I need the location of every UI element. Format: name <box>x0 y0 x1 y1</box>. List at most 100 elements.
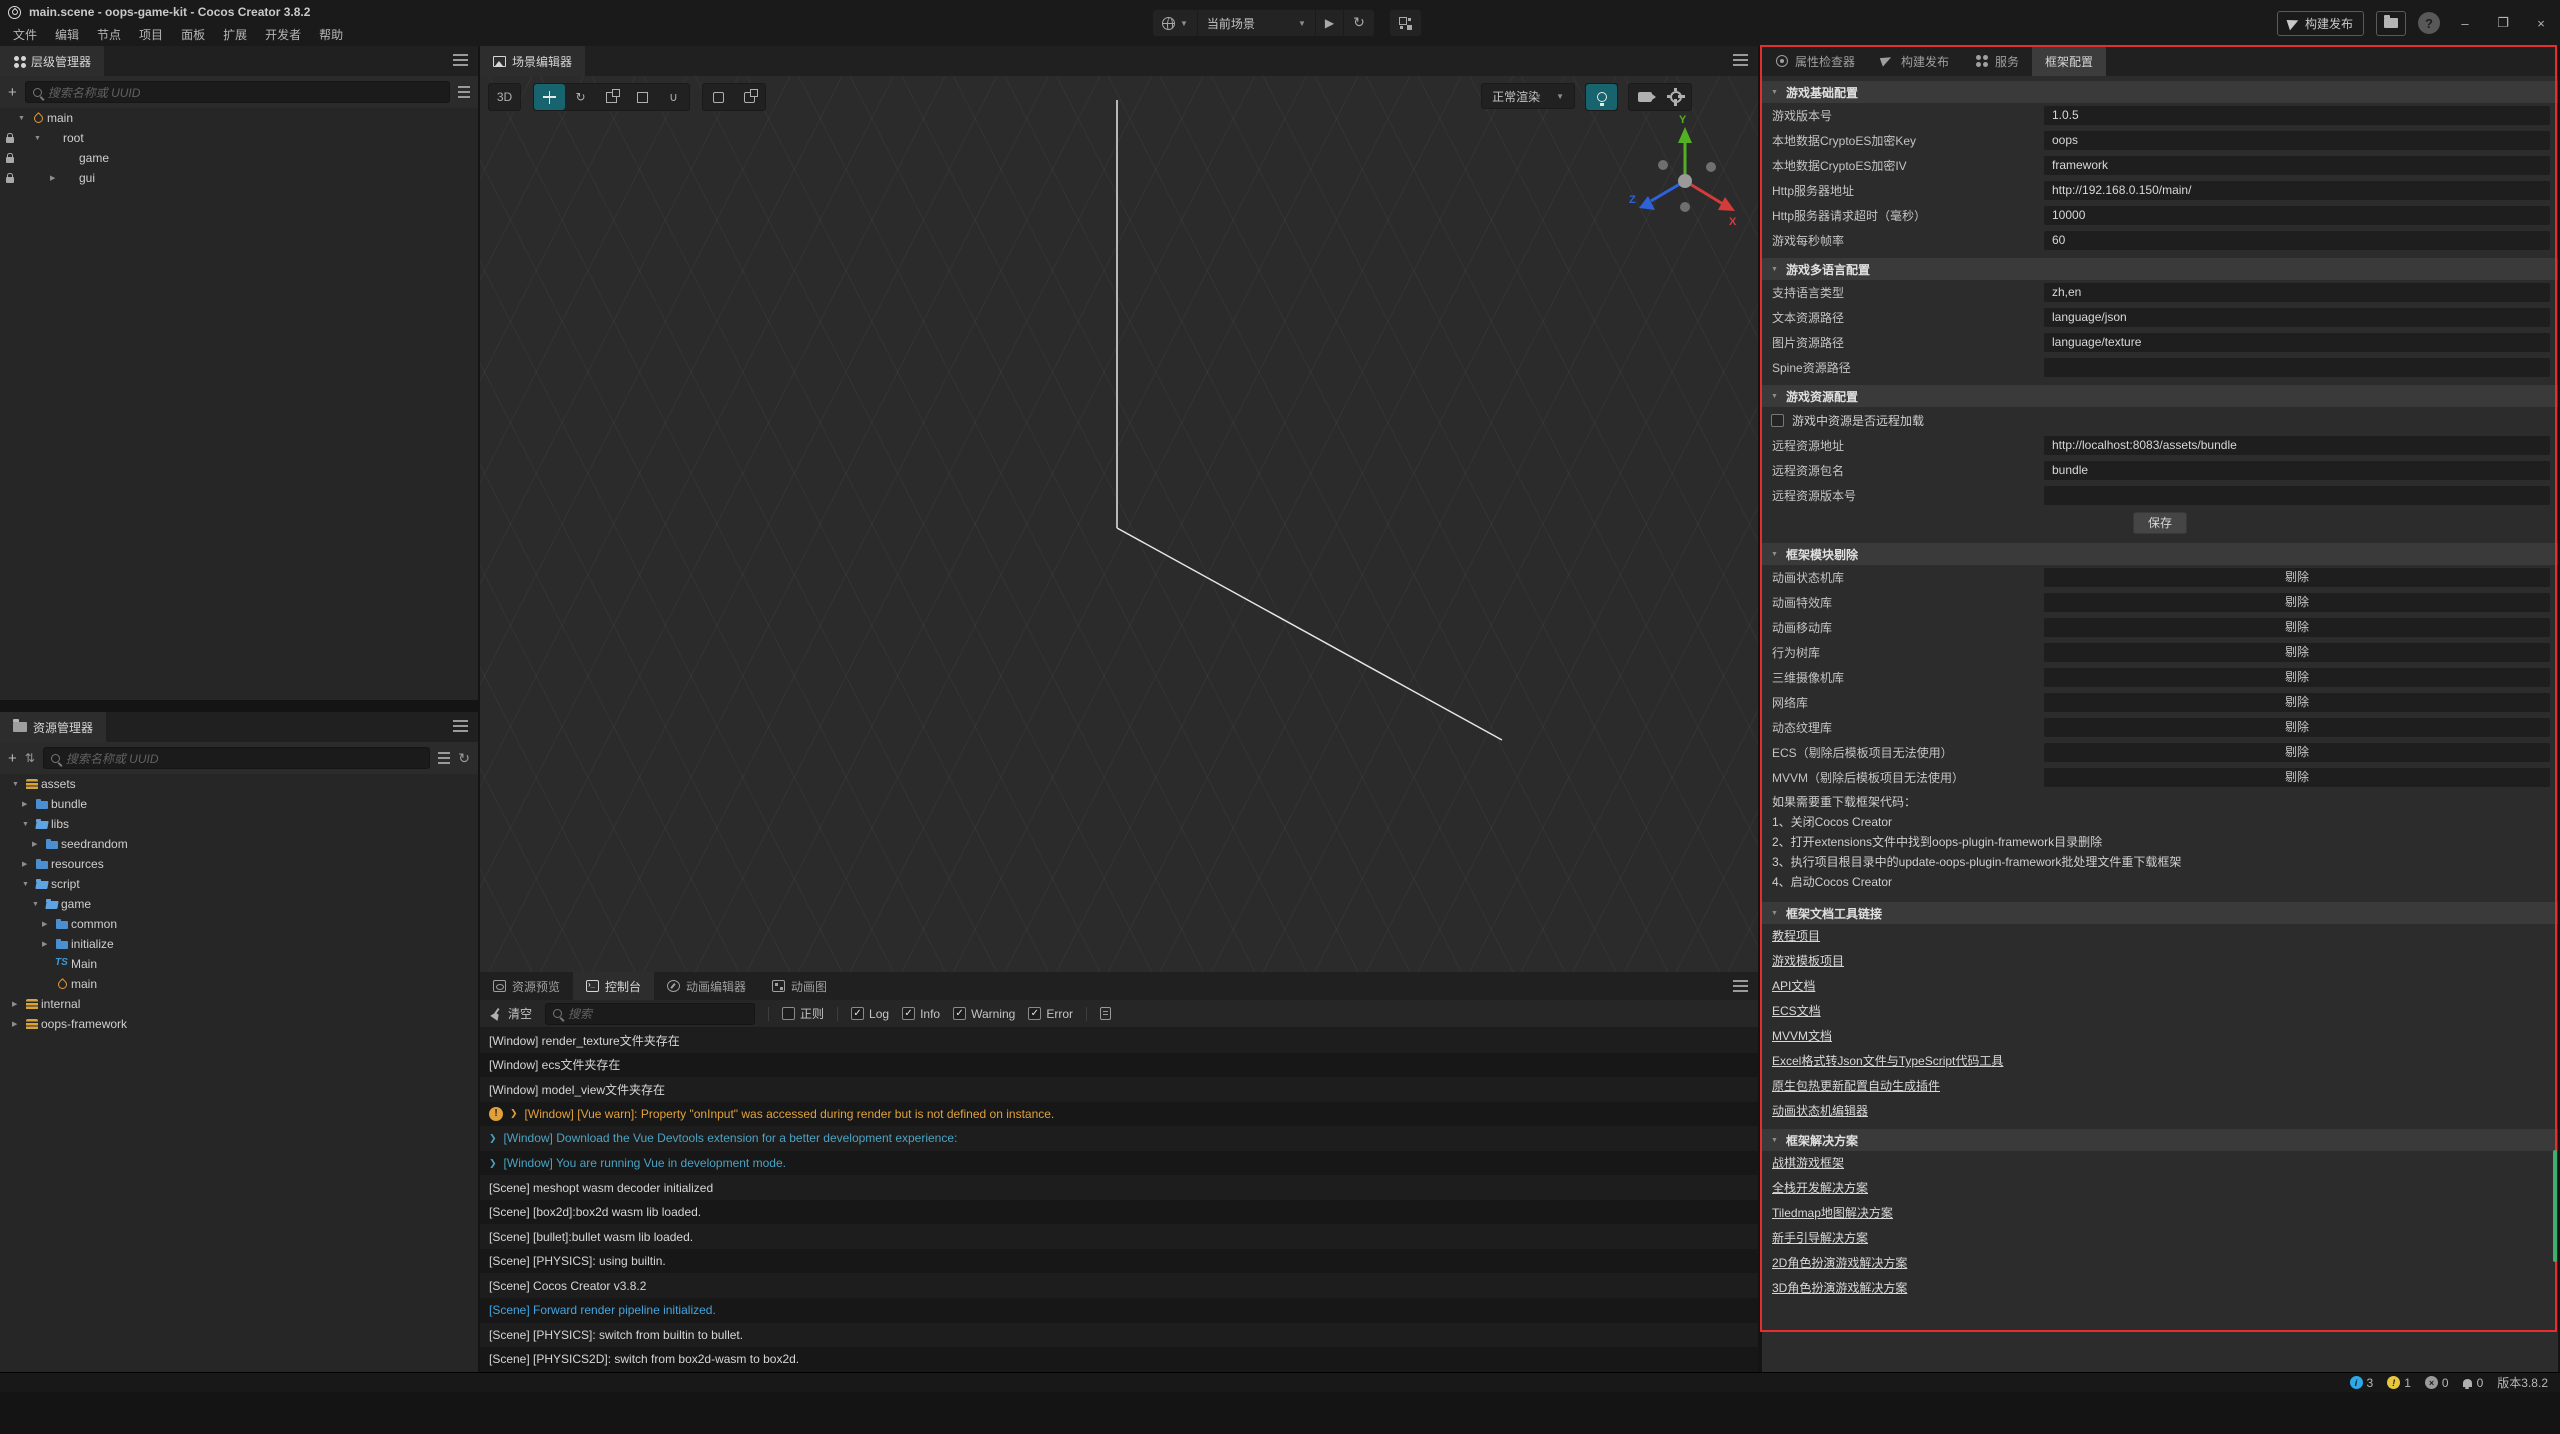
asset-node[interactable]: internal <box>0 994 478 1014</box>
asset-node[interactable]: game <box>0 894 478 914</box>
section-doc-links[interactable]: 框架文档工具链接 <box>1762 902 2558 924</box>
asset-node[interactable]: bundle <box>0 794 478 814</box>
camera-settings-button[interactable] <box>1629 84 1660 110</box>
close-button[interactable]: × <box>2528 16 2554 31</box>
assets-search-input[interactable]: 搜索名称或 UUID <box>43 747 430 769</box>
tree-chevron-icon[interactable] <box>22 860 35 868</box>
log-row[interactable]: [Scene] [bullet]:bullet wasm lib loaded. <box>480 1224 1758 1249</box>
log-row[interactable]: [Scene] Cocos Creator v3.8.2 <box>480 1273 1758 1298</box>
trim-module-button[interactable]: 剔除 <box>2044 743 2550 762</box>
filter-assets-icon[interactable] <box>438 752 450 764</box>
log-row[interactable]: [Window] model_view文件夹存在 <box>480 1077 1758 1102</box>
trim-module-button[interactable]: 剔除 <box>2044 718 2550 737</box>
menu-item[interactable]: 项目 <box>130 24 172 46</box>
coordinate-toggle-button[interactable] <box>734 84 765 110</box>
log-filter-checkbox[interactable]: Log <box>851 1007 889 1021</box>
tree-chevron-icon[interactable] <box>34 135 47 142</box>
asset-node[interactable]: oops-framework <box>0 1014 478 1034</box>
doc-link[interactable]: MVVM文档 <box>1772 1024 1832 1049</box>
tab-inspector[interactable]: 属性检查器 <box>1762 46 1868 76</box>
menu-item[interactable]: 节点 <box>88 24 130 46</box>
hierarchy-search-input[interactable]: 搜索名称或 UUID <box>25 81 450 103</box>
log-row[interactable]: [Window] render_texture文件夹存在 <box>480 1028 1758 1053</box>
tree-chevron-icon[interactable] <box>12 1000 25 1008</box>
doc-link[interactable]: 原生包热更新配置自动生成插件 <box>1772 1074 1940 1099</box>
preview-qr-button[interactable] <box>1390 10 1421 36</box>
panel-menu-icon[interactable] <box>453 54 468 67</box>
regex-checkbox[interactable]: 正则 <box>782 1005 824 1022</box>
tab-animation-editor[interactable]: 动画编辑器 <box>654 972 759 1000</box>
trim-module-button[interactable]: 剔除 <box>2044 568 2550 587</box>
orientation-gizmo[interactable]: X Y Z <box>1615 111 1755 251</box>
open-project-folder-button[interactable] <box>2376 11 2406 36</box>
preview-target-button[interactable]: ▼ <box>1153 10 1198 36</box>
trim-module-button[interactable]: 剔除 <box>2044 593 2550 612</box>
gizmo-tool-button[interactable]: ∪ <box>658 84 689 110</box>
section-basic-config[interactable]: 游戏基础配置 <box>1762 81 2558 103</box>
log-filter-checkbox[interactable]: Info <box>902 1007 940 1021</box>
asset-node[interactable]: initialize <box>0 934 478 954</box>
asset-node[interactable]: libs <box>0 814 478 834</box>
pivot-toggle-button[interactable] <box>703 84 734 110</box>
log-row[interactable]: [Scene] [PHYSICS]: using builtin. <box>480 1249 1758 1274</box>
log-row[interactable]: ! ❯ [Window] [Vue warn]: Property "onInp… <box>480 1102 1758 1127</box>
trim-module-button[interactable]: 剔除 <box>2044 618 2550 637</box>
tree-chevron-icon[interactable] <box>12 1020 25 1028</box>
preview-scene-select[interactable]: 当前场景 ▼ <box>1198 10 1316 36</box>
asset-node[interactable]: main <box>0 974 478 994</box>
field-input[interactable]: language/json <box>2044 308 2550 327</box>
trim-module-button[interactable]: 剔除 <box>2044 643 2550 662</box>
notification-counter[interactable]: 0 <box>2463 1376 2484 1390</box>
add-node-button[interactable]: + <box>8 85 17 100</box>
move-tool-button[interactable] <box>534 84 565 110</box>
tree-chevron-icon[interactable] <box>12 781 25 788</box>
solution-link[interactable]: 3D角色扮演游戏解决方案 <box>1772 1276 1907 1301</box>
scene-viewport[interactable]: 3D ↻ ∪ 正常渲染 ▼ <box>480 76 1758 972</box>
mode-3d-button[interactable]: 3D <box>489 84 520 110</box>
log-filter-checkbox[interactable]: Warning <box>953 1007 1015 1021</box>
menu-item[interactable]: 帮助 <box>310 24 352 46</box>
log-row[interactable]: ❯ [Window] Download the Vue Devtools ext… <box>480 1126 1758 1151</box>
field-input[interactable]: language/texture <box>2044 333 2550 352</box>
solution-link[interactable]: 新手引导解决方案 <box>1772 1226 1868 1251</box>
tab-scene-editor[interactable]: 场景编辑器 <box>480 46 585 76</box>
add-asset-button[interactable]: + <box>8 751 17 766</box>
doc-link[interactable]: ECS文档 <box>1772 999 1821 1024</box>
section-solutions[interactable]: 框架解决方案 <box>1762 1129 2558 1151</box>
doc-link[interactable]: 教程项目 <box>1772 924 1820 949</box>
field-input[interactable]: http://localhost:8083/assets/bundle <box>2044 436 2550 455</box>
asset-node[interactable]: seedrandom <box>0 834 478 854</box>
log-row[interactable]: ❯ [Window] You are running Vue in develo… <box>480 1151 1758 1176</box>
expand-chevron-icon[interactable]: ❯ <box>489 1158 497 1169</box>
play-button[interactable]: ▶ <box>1316 10 1344 36</box>
log-file-icon[interactable] <box>1100 1007 1111 1020</box>
doc-link[interactable]: Excel格式转Json文件与TypeScript代码工具 <box>1772 1049 2003 1074</box>
save-button[interactable]: 保存 <box>2133 512 2187 534</box>
field-input[interactable]: framework <box>2044 156 2550 175</box>
scene-settings-button[interactable] <box>1660 84 1691 110</box>
console-search-input[interactable]: 搜索 <box>545 1003 755 1025</box>
field-input[interactable]: zh,en <box>2044 283 2550 302</box>
tab-assets[interactable]: 资源管理器 <box>0 712 106 742</box>
menu-item[interactable]: 面板 <box>172 24 214 46</box>
tree-chevron-icon[interactable] <box>32 901 45 908</box>
error-counter[interactable]: × 0 <box>2425 1376 2449 1390</box>
scrollbar-thumb[interactable] <box>2553 1150 2557 1262</box>
expand-chevron-icon[interactable]: ❯ <box>489 1133 497 1144</box>
clear-console-button[interactable]: 清空 <box>490 1005 532 1022</box>
log-row[interactable]: [Scene] [PHYSICS]: switch from builtin t… <box>480 1323 1758 1348</box>
scale-tool-button[interactable] <box>596 84 627 110</box>
field-input[interactable]: 60 <box>2044 231 2550 250</box>
tree-chevron-icon[interactable] <box>42 940 55 948</box>
doc-link[interactable]: API文档 <box>1772 974 1815 999</box>
log-row[interactable]: [Scene] Forward render pipeline initiali… <box>480 1298 1758 1323</box>
help-button[interactable]: ? <box>2418 12 2440 34</box>
tree-chevron-icon[interactable] <box>22 881 35 888</box>
trim-module-button[interactable]: 剔除 <box>2044 668 2550 687</box>
asset-node[interactable]: resources <box>0 854 478 874</box>
log-row[interactable]: [Scene] [box2d]:box2d wasm lib loaded. <box>480 1200 1758 1225</box>
panel-menu-icon[interactable] <box>1733 54 1748 67</box>
refresh-assets-icon[interactable]: ↻ <box>458 750 470 767</box>
sort-assets-icon[interactable]: ⇅ <box>25 751 35 765</box>
maximize-button[interactable]: ❐ <box>2490 15 2516 31</box>
